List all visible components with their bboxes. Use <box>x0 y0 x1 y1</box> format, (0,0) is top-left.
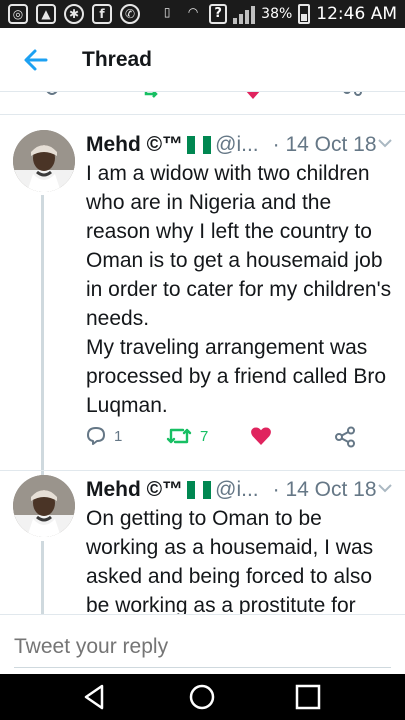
retweet-icon <box>166 428 192 444</box>
display-name[interactable]: Mehd ©™ <box>86 478 183 502</box>
reply-icon[interactable] <box>43 92 61 102</box>
vibrate-icon: ▯ <box>163 5 171 19</box>
avatar[interactable] <box>13 130 75 192</box>
chevron-down-icon[interactable] <box>377 480 393 496</box>
status-bar: ◎ ▲ ✱ f ✆ ▯ ◠ ? 38% 12:46 AM <box>0 0 405 28</box>
tweet[interactable]: Mehd ©™ @i... · 14 Oct 18 I am a widow w… <box>0 115 405 477</box>
profile-photo <box>13 130 75 192</box>
navigation-bar <box>0 674 405 720</box>
recents-square-icon[interactable] <box>293 682 323 712</box>
retweet-count: 7 <box>200 427 209 445</box>
settings-icon: ✱ <box>64 4 84 24</box>
notification-icons: ◎ ▲ ✱ f ✆ <box>8 4 140 24</box>
timestamp: · 14 Oct 18 <box>272 478 377 501</box>
username[interactable]: @i... <box>215 133 259 157</box>
arrow-left-icon[interactable] <box>20 44 52 76</box>
unknown-icon: ? <box>209 4 228 24</box>
signal-icon <box>233 4 256 24</box>
nigeria-flag-icon <box>187 481 212 499</box>
facebook-icon: f <box>92 4 112 24</box>
gallery-icon: ▲ <box>36 4 56 24</box>
tweet-text: I am a widow with two children who are i… <box>86 162 392 417</box>
tweet-text: On getting to Oman to be working as a ho… <box>86 507 374 614</box>
page-title: Thread <box>82 48 153 71</box>
battery-percent: 38% <box>261 6 293 22</box>
reply-icon <box>87 427 105 445</box>
reply-input[interactable] <box>14 633 390 661</box>
whatsapp-icon: ✆ <box>120 4 140 24</box>
tweet[interactable]: Mehd ©™ @i... · 14 Oct 18 On getting to … <box>0 461 405 616</box>
share-icon[interactable] <box>343 92 363 102</box>
retweet-button[interactable]: 7 <box>166 426 208 446</box>
home-circle-icon[interactable] <box>187 682 217 712</box>
timestamp: · 14 Oct 18 <box>272 133 377 156</box>
system-icons: ▯ ◠ ? 38% 12:46 AM <box>157 4 397 24</box>
share-icon <box>335 426 355 448</box>
avatar[interactable] <box>13 475 75 537</box>
previous-tweet-actions <box>0 92 405 106</box>
chrome-icon: ◎ <box>8 4 28 24</box>
retweet-icon[interactable] <box>142 92 164 102</box>
reply-count: 1 <box>114 427 123 445</box>
reply-bar <box>0 614 405 674</box>
battery-icon <box>298 4 311 24</box>
clock: 12:46 AM <box>316 4 397 24</box>
reply-button[interactable]: 1 <box>86 426 122 446</box>
like-icon <box>251 427 271 445</box>
chevron-down-icon[interactable] <box>377 135 393 151</box>
profile-photo <box>13 475 75 537</box>
app-bar: Thread <box>0 28 405 92</box>
wifi-icon: ◠ <box>187 5 199 19</box>
username[interactable]: @i... <box>215 478 259 502</box>
tweet-header: Mehd ©™ @i... · 14 Oct 18 <box>86 478 377 502</box>
nigeria-flag-icon <box>187 136 212 154</box>
share-button[interactable] <box>334 426 356 448</box>
tweet-header: Mehd ©™ @i... · 14 Oct 18 <box>86 133 377 157</box>
like-button[interactable] <box>250 426 272 446</box>
like-icon[interactable] <box>243 92 263 100</box>
reply-underline <box>14 667 391 668</box>
back-triangle-icon[interactable] <box>80 682 110 712</box>
tweet-actions: 1 7 <box>86 426 366 450</box>
thread-line <box>41 195 44 477</box>
display-name[interactable]: Mehd ©™ <box>86 133 183 157</box>
thread-line <box>41 541 44 616</box>
